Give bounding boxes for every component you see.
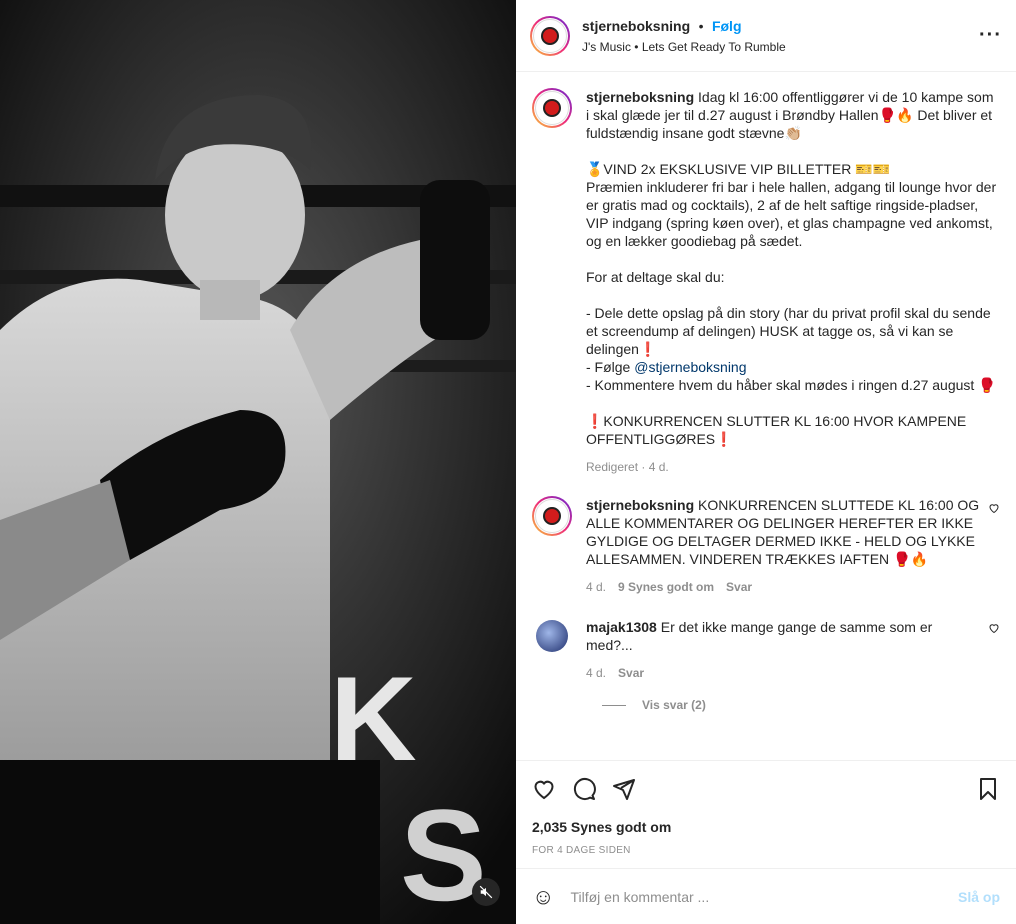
mute-button[interactable]	[472, 878, 500, 906]
header-username[interactable]: stjerneboksning	[582, 18, 690, 34]
post-time[interactable]: FOR 4 DAGE SIDEN	[532, 845, 1000, 856]
heart-icon[interactable]	[988, 616, 1000, 680]
reply-button[interactable]: Svar	[618, 666, 644, 680]
avatar[interactable]	[536, 620, 568, 652]
post-media[interactable]: K S	[0, 0, 516, 924]
comment-item: majak1308 Er det ikke mange gange de sam…	[532, 616, 1000, 680]
reply-button[interactable]: Svar	[726, 580, 752, 594]
bookmark-icon[interactable]	[976, 777, 1000, 801]
comment-item: stjerneboksning KONKURRENCEN SLUTTEDE KL…	[532, 496, 1000, 594]
heart-icon[interactable]	[988, 496, 1000, 594]
comment-time[interactable]: 4 d.	[586, 580, 606, 594]
more-options-icon[interactable]: ···	[979, 24, 1002, 47]
svg-text:S: S	[400, 782, 487, 924]
caption: stjerneboksning Idag kl 16:00 offentligg…	[532, 88, 1000, 474]
avatar[interactable]	[532, 88, 572, 128]
post-header: stjerneboksning • Følg J's Music • Lets …	[516, 0, 1016, 72]
comment-username[interactable]: stjerneboksning	[586, 497, 694, 513]
caption-text-2: - Kommentere hvem du håber skal mødes i …	[586, 377, 996, 447]
music-label[interactable]: J's Music • Lets Get Ready To Rumble	[582, 40, 979, 54]
comment-icon[interactable]	[572, 777, 596, 801]
like-heart-icon[interactable]	[532, 777, 556, 801]
caption-meta: Redigeret · 4 d.	[586, 460, 669, 474]
caption-text: Idag kl 16:00 offentliggører vi de 10 ka…	[586, 89, 997, 375]
boxer-photo: K S	[0, 0, 516, 924]
add-comment-bar: ☺ Slå op	[516, 868, 1016, 924]
caption-mention[interactable]: @stjerneboksning	[634, 359, 746, 375]
comment-likes[interactable]: 9 Synes godt om	[618, 580, 714, 594]
view-replies-button[interactable]: Vis svar (2)	[602, 698, 1000, 712]
comment-username[interactable]: majak1308	[586, 619, 657, 635]
share-icon[interactable]	[612, 777, 636, 801]
emoji-icon[interactable]: ☺	[532, 884, 554, 910]
post-comment-button[interactable]: Slå op	[958, 889, 1000, 905]
likes-count[interactable]: 2,035 Synes godt om	[532, 819, 1000, 835]
action-bar: 2,035 Synes godt om FOR 4 DAGE SIDEN	[516, 760, 1016, 860]
comments-list[interactable]: stjerneboksning Idag kl 16:00 offentligg…	[516, 72, 1016, 760]
post-panel: stjerneboksning • Følg J's Music • Lets …	[516, 0, 1016, 924]
caption-username[interactable]: stjerneboksning	[586, 89, 694, 105]
avatar[interactable]	[532, 496, 572, 536]
separator: •	[698, 17, 704, 34]
follow-button[interactable]: Følg	[712, 18, 742, 34]
comment-time[interactable]: 4 d.	[586, 666, 606, 680]
speaker-muted-icon	[479, 885, 493, 899]
comment-input[interactable]	[568, 887, 958, 906]
avatar[interactable]	[530, 16, 570, 56]
